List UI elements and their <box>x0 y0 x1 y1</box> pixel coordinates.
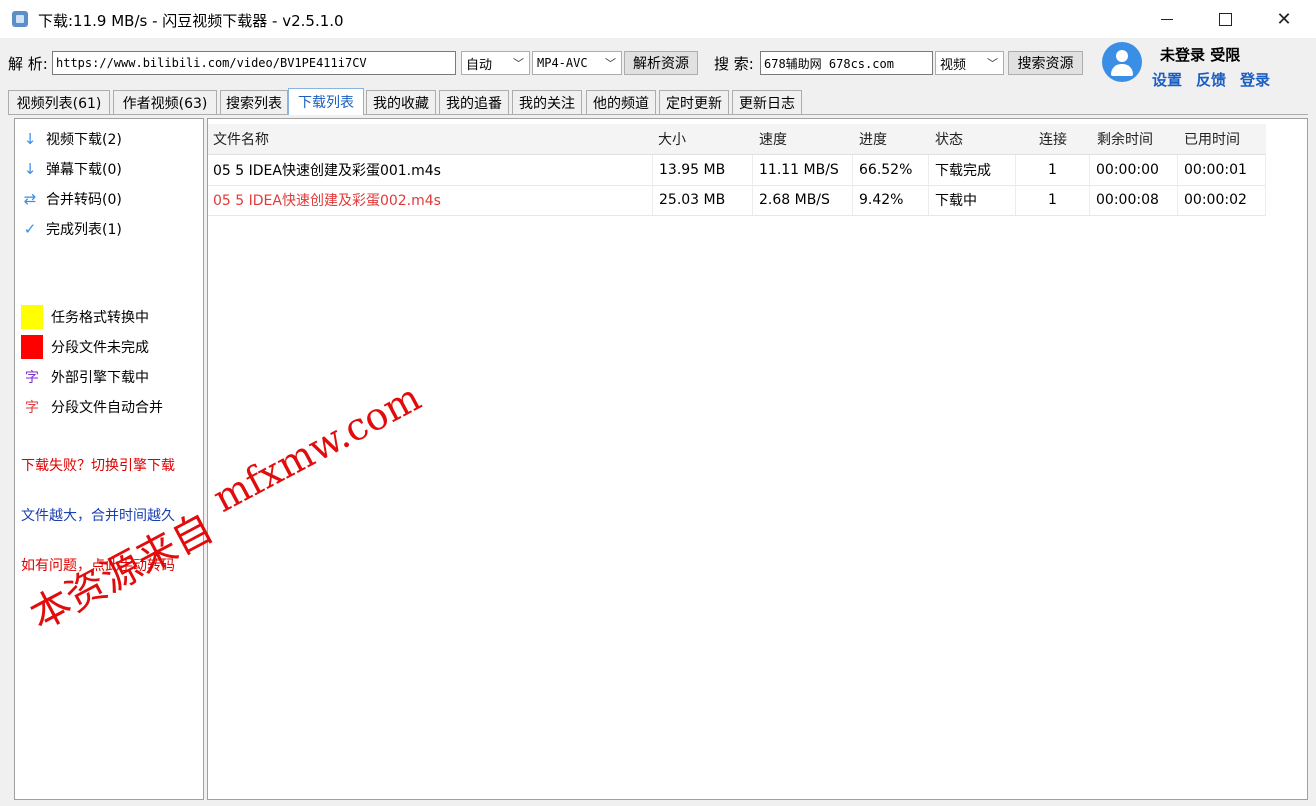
minimize-icon <box>1161 18 1173 20</box>
feedback-link[interactable]: 反馈 <box>1196 69 1226 90</box>
tab-author-videos[interactable]: 作者视频(63) <box>113 90 217 114</box>
app-icon <box>12 11 28 27</box>
cell-progress: 9.42% <box>853 185 929 215</box>
column-header-size[interactable]: 大小 <box>658 124 686 154</box>
url-input[interactable] <box>52 51 456 75</box>
sidebar-item-label: 视频下载(2) <box>46 132 122 148</box>
login-link[interactable]: 登录 <box>1240 69 1270 90</box>
char-glyph-icon: 字 <box>25 370 39 386</box>
yellow-swatch <box>21 305 43 329</box>
cell-elapsed: 00:00:01 <box>1178 155 1266 185</box>
column-header-progress[interactable]: 进度 <box>859 124 887 154</box>
column-header-elapsed[interactable]: 已用时间 <box>1184 124 1240 154</box>
red-swatch <box>21 335 43 359</box>
tab-my-favorites[interactable]: 我的收藏 <box>366 90 436 114</box>
tab-video-list[interactable]: 视频列表(61) <box>8 90 110 114</box>
column-header-filename[interactable]: 文件名称 <box>213 124 269 154</box>
sidebar-item-danmaku-download[interactable]: ↓ 弹幕下载(0) <box>23 157 122 181</box>
column-header-speed[interactable]: 速度 <box>759 124 787 154</box>
quality-select-value: 自动 <box>466 57 493 73</box>
parse-resource-button[interactable]: 解析资源 <box>624 51 698 75</box>
cell-remaining: 00:00:00 <box>1090 155 1178 185</box>
char-glyph-icon: 字 <box>25 400 39 416</box>
chevron-down-icon: ﹀ <box>513 57 524 70</box>
window-title: 下载:11.9 MB/s - 闪豆视频下载器 - v2.5.1.0 <box>38 12 344 30</box>
tab-changelog[interactable]: 更新日志 <box>732 90 802 114</box>
maximize-icon <box>1218 12 1232 26</box>
cell-filename: 05 5 IDEA快速创建及彩蛋001.m4s <box>208 155 653 185</box>
table-header: 文件名称 大小 速度 进度 状态 连接 剩余时间 已用时间 <box>208 124 1266 155</box>
sidebar-item-label: 合并转码(0) <box>46 192 122 208</box>
legend-label: 任务格式转换中 <box>51 310 149 326</box>
tab-my-follows[interactable]: 我的关注 <box>512 90 582 114</box>
sidebar-item-completed-list[interactable]: ✓ 完成列表(1) <box>23 217 122 241</box>
sidebar-item-video-download[interactable]: ↓ 视频下载(2) <box>23 127 122 151</box>
search-resource-button[interactable]: 搜索资源 <box>1008 51 1083 75</box>
chevron-down-icon: ﹀ <box>605 57 616 70</box>
minimize-button[interactable] <box>1144 4 1190 34</box>
table-row[interactable]: 05 5 IDEA快速创建及彩蛋001.m4s 13.95 MB 11.11 M… <box>208 155 1266 186</box>
cell-connections: 1 <box>1016 155 1090 185</box>
maximize-button[interactable] <box>1202 4 1248 34</box>
legend-label: 分段文件自动合并 <box>51 400 163 416</box>
tab-his-channel[interactable]: 他的频道 <box>586 90 656 114</box>
sidebar-item-label: 弹幕下载(0) <box>46 162 122 178</box>
download-arrow-icon: ↓ <box>23 160 37 178</box>
sidebar-item-label: 完成列表(1) <box>46 222 122 238</box>
cell-remaining: 00:00:08 <box>1090 185 1178 215</box>
cell-status: 下载完成 <box>929 155 1016 185</box>
search-type-select[interactable]: 视频 ﹀ <box>935 51 1004 75</box>
tab-my-bangumi[interactable]: 我的追番 <box>439 90 509 114</box>
legend-auto-merge: 字 分段文件自动合并 <box>21 395 163 419</box>
legend-label: 分段文件未完成 <box>51 340 149 356</box>
title-bar: 下载:11.9 MB/s - 闪豆视频下载器 - v2.5.1.0 ✕ <box>0 0 1316 38</box>
swap-arrows-icon: ⇄ <box>23 190 37 208</box>
tab-search-list[interactable]: 搜索列表 <box>220 90 288 114</box>
settings-link[interactable]: 设置 <box>1152 69 1182 90</box>
download-arrow-icon: ↓ <box>23 130 37 148</box>
tab-scheduled-update[interactable]: 定时更新 <box>659 90 729 114</box>
search-label: 搜 索: <box>714 55 754 73</box>
format-select-value: MP4-AVC <box>537 56 588 70</box>
switch-engine-link[interactable]: 下载失败？切换引擎下载 <box>21 455 175 475</box>
column-header-remaining[interactable]: 剩余时间 <box>1097 124 1153 154</box>
cell-elapsed: 00:00:02 <box>1178 185 1266 215</box>
download-list-panel: 文件名称 大小 速度 进度 状态 连接 剩余时间 已用时间 05 5 IDEA快… <box>207 118 1308 800</box>
legend-external-engine: 字 外部引擎下载中 <box>21 365 149 389</box>
cell-size: 13.95 MB <box>653 155 753 185</box>
avatar-head-icon <box>1116 50 1128 62</box>
tab-download-list[interactable]: 下载列表 <box>288 88 364 115</box>
cell-status: 下载中 <box>929 185 1016 215</box>
search-input[interactable] <box>760 51 933 75</box>
column-header-status[interactable]: 状态 <box>935 124 963 154</box>
cell-progress: 66.52% <box>853 155 929 185</box>
login-status: 未登录 受限 <box>1160 46 1241 64</box>
check-icon: ✓ <box>23 220 37 238</box>
close-icon: ✕ <box>1276 8 1292 30</box>
parse-label: 解 析: <box>8 55 48 73</box>
format-select[interactable]: MP4-AVC ﹀ <box>532 51 622 75</box>
cell-speed: 2.68 MB/S <box>753 185 853 215</box>
avatar-body-icon <box>1111 64 1133 76</box>
quality-select[interactable]: 自动 ﹀ <box>461 51 530 75</box>
legend-converting: 任务格式转换中 <box>21 305 149 329</box>
legend-label: 外部引擎下载中 <box>51 370 149 386</box>
sidebar-item-merge-transcode[interactable]: ⇄ 合并转码(0) <box>23 187 122 211</box>
cell-filename: 05 5 IDEA快速创建及彩蛋002.m4s <box>208 185 653 215</box>
sidebar: ↓ 视频下载(2) ↓ 弹幕下载(0) ⇄ 合并转码(0) ✓ 完成列表(1) … <box>14 118 204 800</box>
cell-speed: 11.11 MB/S <box>753 155 853 185</box>
chevron-down-icon: ﹀ <box>987 57 998 70</box>
cell-connections: 1 <box>1016 185 1090 215</box>
merge-time-note: 文件越大，合并时间越久 <box>21 508 175 524</box>
close-button[interactable]: ✕ <box>1261 4 1307 34</box>
column-header-connections[interactable]: 连接 <box>1039 124 1067 154</box>
cell-size: 25.03 MB <box>653 185 753 215</box>
table-row[interactable]: 05 5 IDEA快速创建及彩蛋002.m4s 25.03 MB 2.68 MB… <box>208 185 1266 216</box>
search-type-value: 视频 <box>940 57 967 73</box>
tab-divider <box>8 114 1308 115</box>
manual-transcode-link[interactable]: 如有问题，点此手动转码 <box>21 555 175 575</box>
legend-segment-incomplete: 分段文件未完成 <box>21 335 149 359</box>
avatar[interactable] <box>1102 42 1142 82</box>
